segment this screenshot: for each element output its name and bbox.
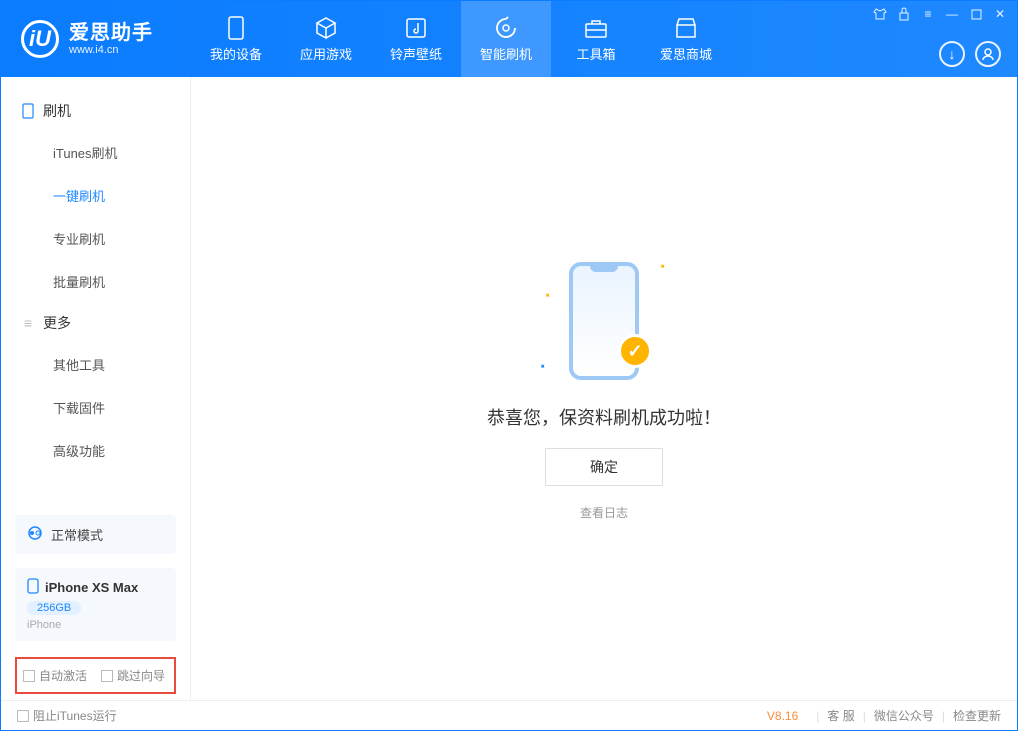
success-message: 恭喜您，保资料刷机成功啦！ — [487, 404, 721, 430]
divider: | — [942, 709, 945, 723]
sidebar-section-flash: 刷机 — [1, 91, 190, 131]
maximize-icon[interactable] — [969, 7, 983, 21]
footer-right: V8.16 | 客 服 | 微信公众号 | 检查更新 — [767, 707, 1001, 724]
tab-label: 应用游戏 — [300, 44, 352, 63]
sidebar-item-pro-flash[interactable]: 专业刷机 — [1, 217, 190, 260]
checkbox-skip-wizard[interactable]: 跳过向导 — [101, 667, 165, 684]
music-icon — [404, 16, 428, 40]
logo-text: 爱思助手 www.i4.cn — [69, 22, 153, 56]
success-illustration: ✦ ✦ ✦ ✓ — [524, 256, 684, 386]
mode-label: 正常模式 — [51, 525, 103, 544]
sidebar-item-advanced[interactable]: 高级功能 — [1, 429, 190, 472]
checkbox-label: 自动激活 — [39, 667, 87, 684]
divider: | — [816, 709, 819, 723]
tab-smart-flash[interactable]: 智能刷机 — [461, 1, 551, 77]
footer-link-update[interactable]: 检查更新 — [953, 707, 1001, 724]
toolbox-icon — [584, 16, 608, 40]
sidebar-item-download-firmware[interactable]: 下载固件 — [1, 386, 190, 429]
logo-area: iU 爱思助手 www.i4.cn — [1, 1, 191, 77]
list-icon: ≡ — [21, 316, 35, 330]
device-name-row: iPhone XS Max — [27, 578, 164, 597]
cube-icon — [314, 16, 338, 40]
tab-store[interactable]: 爱思商城 — [641, 1, 731, 77]
ok-button[interactable]: 确定 — [545, 448, 663, 486]
app-body: 刷机 iTunes刷机 一键刷机 专业刷机 批量刷机 ≡ 更多 其他工具 下载固… — [1, 77, 1017, 700]
tab-toolbox[interactable]: 工具箱 — [551, 1, 641, 77]
menu-icon[interactable]: ≡ — [921, 7, 935, 21]
checkbox-icon — [101, 670, 113, 682]
lock-icon[interactable] — [897, 7, 911, 21]
checkbox-block-itunes[interactable]: 阻止iTunes运行 — [17, 707, 117, 724]
window-controls: ≡ — ✕ — [873, 7, 1007, 21]
sidebar-section-more: ≡ 更多 — [1, 303, 190, 343]
device-info-card[interactable]: iPhone XS Max 256GB iPhone — [15, 568, 176, 641]
tab-label: 我的设备 — [210, 44, 262, 63]
footer-link-support[interactable]: 客 服 — [827, 707, 854, 724]
close-icon[interactable]: ✕ — [993, 7, 1007, 21]
main-content: ✦ ✦ ✦ ✓ 恭喜您，保资料刷机成功啦！ 确定 查看日志 — [191, 77, 1017, 700]
app-subtitle: www.i4.cn — [69, 44, 153, 56]
version-label: V8.16 — [767, 709, 798, 723]
divider: | — [863, 709, 866, 723]
sidebar-item-oneclick-flash[interactable]: 一键刷机 — [1, 174, 190, 217]
refresh-icon — [494, 16, 518, 40]
device-name-label: iPhone XS Max — [45, 580, 138, 595]
phone-notch — [590, 266, 618, 272]
phone-icon — [27, 578, 39, 597]
sparkle-icon: ✦ — [542, 290, 553, 301]
device-type-label: iPhone — [27, 619, 164, 631]
mode-icon — [27, 525, 43, 544]
tab-apps-games[interactable]: 应用游戏 — [281, 1, 371, 77]
header-action-circles: ↓ — [939, 41, 1001, 67]
flash-options-highlighted: 自动激活 跳过向导 — [15, 657, 176, 694]
sidebar-item-batch-flash[interactable]: 批量刷机 — [1, 260, 190, 303]
sidebar-item-other-tools[interactable]: 其他工具 — [1, 343, 190, 386]
status-bar: 阻止iTunes运行 V8.16 | 客 服 | 微信公众号 | 检查更新 — [1, 700, 1017, 730]
device-icon — [224, 16, 248, 40]
section-title-label: 刷机 — [43, 101, 71, 121]
checkbox-auto-activate[interactable]: 自动激活 — [23, 667, 87, 684]
view-log-link[interactable]: 查看日志 — [580, 504, 628, 521]
checkbox-label: 跳过向导 — [117, 667, 165, 684]
header-tabs: 我的设备 应用游戏 铃声壁纸 智能刷机 工具箱 爱思商城 — [191, 1, 731, 77]
download-button[interactable]: ↓ — [939, 41, 965, 67]
sparkle-icon: ✦ — [657, 261, 668, 272]
tab-label: 铃声壁纸 — [390, 44, 442, 63]
phone-small-icon — [21, 104, 35, 118]
shirt-icon[interactable] — [873, 7, 887, 21]
tab-label: 智能刷机 — [480, 44, 532, 63]
tab-label: 工具箱 — [576, 44, 615, 63]
minimize-icon[interactable]: — — [945, 7, 959, 21]
checkbox-icon — [23, 670, 35, 682]
store-icon — [674, 16, 698, 40]
device-mode-card[interactable]: 正常模式 — [15, 515, 176, 554]
section-title-label: 更多 — [43, 313, 71, 333]
tab-ringtones[interactable]: 铃声壁纸 — [371, 1, 461, 77]
success-check-icon: ✓ — [618, 334, 652, 368]
sparkle-icon: ✦ — [537, 361, 548, 372]
checkbox-label: 阻止iTunes运行 — [33, 707, 117, 724]
tab-label: 爱思商城 — [660, 44, 712, 63]
checkbox-icon — [17, 710, 29, 722]
footer-link-wechat[interactable]: 微信公众号 — [874, 707, 934, 724]
tab-my-device[interactable]: 我的设备 — [191, 1, 281, 77]
user-button[interactable] — [975, 41, 1001, 67]
sidebar: 刷机 iTunes刷机 一键刷机 专业刷机 批量刷机 ≡ 更多 其他工具 下载固… — [1, 77, 191, 700]
sidebar-item-itunes-flash[interactable]: iTunes刷机 — [1, 131, 190, 174]
app-logo-icon: iU — [21, 20, 59, 58]
app-header: iU 爱思助手 www.i4.cn 我的设备 应用游戏 铃声壁纸 智能刷机 工具… — [1, 1, 1017, 77]
app-title: 爱思助手 — [69, 22, 153, 44]
device-capacity-badge: 256GB — [27, 601, 81, 615]
